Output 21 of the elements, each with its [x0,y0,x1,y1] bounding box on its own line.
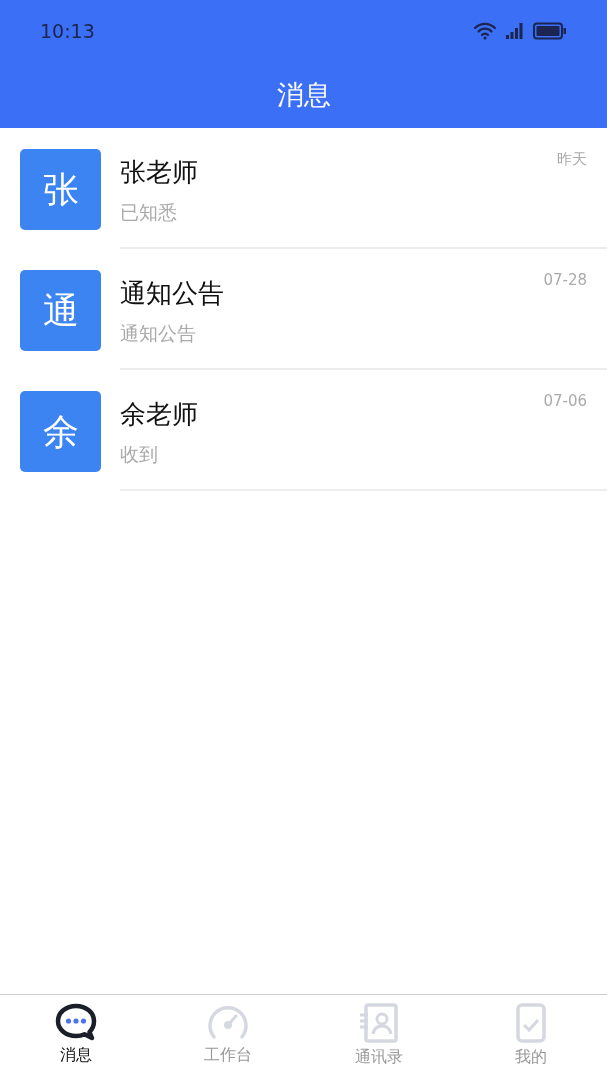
message-preview: 已知悉 [120,200,178,225]
avatar: 张 [20,149,101,230]
message-time: 07-06 [543,391,587,412]
signal-icon [505,22,525,40]
message-time: 07-28 [543,270,587,291]
contact-name[interactable]: 通知公告 [120,275,224,311]
wifi-icon [473,22,497,40]
page-title: 消息 [276,77,331,112]
contact-name[interactable]: 余老师 [120,396,198,432]
battery-icon [533,22,567,40]
message-preview: 收到 [120,442,159,467]
avatar: 余 [20,391,101,472]
contacts-icon [358,1003,401,1043]
contact-name[interactable]: 张老师 [120,154,198,190]
gauge-icon [206,1003,249,1041]
message-time: 昨天 [557,149,587,170]
message-preview: 通知公告 [120,321,197,346]
tab[interactable]: 消息 [0,995,152,1080]
chat-icon [54,1003,97,1041]
status-time: 10:13 [40,18,95,44]
avatar: 通 [20,270,101,351]
